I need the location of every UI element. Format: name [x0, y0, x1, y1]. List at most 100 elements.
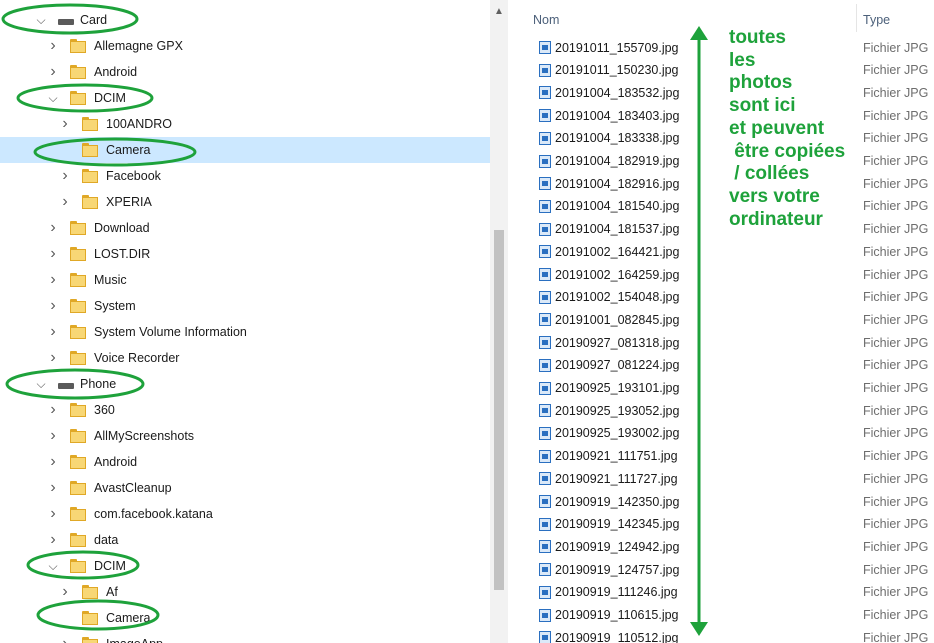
tree-item[interactable]: › XPERIA — [0, 189, 490, 215]
file-row[interactable]: 20190919_124942.jpg Fichier JPG — [508, 535, 934, 558]
image-file-icon — [539, 608, 551, 622]
tree-item[interactable]: › AvastCleanup — [0, 475, 490, 501]
chevron-right-icon[interactable]: › — [58, 635, 72, 643]
tree-item[interactable]: › System Volume Information — [0, 319, 490, 345]
folder-icon — [70, 299, 86, 313]
file-row[interactable]: 20191004_181540.jpg Fichier JPG — [508, 195, 934, 218]
tree-item[interactable]: › data — [0, 527, 490, 553]
tree-item[interactable]: ⌵ DCIM — [0, 85, 490, 111]
file-row[interactable]: 20190927_081224.jpg Fichier JPG — [508, 354, 934, 377]
image-file-icon — [539, 313, 551, 327]
chevron-right-icon[interactable]: › — [46, 219, 60, 236]
image-file-icon — [539, 540, 551, 554]
tree-item[interactable]: Camera — [0, 137, 490, 163]
tree-item[interactable]: › AllMyScreenshots — [0, 423, 490, 449]
file-row[interactable]: 20191002_164259.jpg Fichier JPG — [508, 263, 934, 286]
file-row[interactable]: 20191002_164421.jpg Fichier JPG — [508, 240, 934, 263]
chevron-right-icon[interactable]: › — [46, 271, 60, 288]
file-row[interactable]: 20190919_111246.jpg Fichier JPG — [508, 581, 934, 604]
chevron-right-icon[interactable]: › — [46, 531, 60, 548]
file-list: Nom Type 20191011_155709.jpg Fichier JPG 2… — [508, 0, 934, 643]
chevron-right-icon[interactable]: › — [58, 583, 72, 600]
folder-icon — [82, 117, 98, 131]
chevron-right-icon[interactable]: › — [58, 115, 72, 132]
chevron-right-icon[interactable]: › — [46, 401, 60, 418]
tree-item[interactable]: › com.facebook.katana — [0, 501, 490, 527]
tree-item[interactable]: › Af — [0, 579, 490, 605]
file-row[interactable]: 20190925_193052.jpg Fichier JPG — [508, 399, 934, 422]
tree-item[interactable]: › 100ANDRO — [0, 111, 490, 137]
chevron-right-icon[interactable]: › — [46, 427, 60, 444]
tree-item-label: Facebook — [106, 169, 161, 183]
file-row[interactable]: 20191004_183532.jpg Fichier JPG — [508, 81, 934, 104]
tree-item[interactable]: › ImageApp — [0, 631, 490, 643]
file-row[interactable]: 20190919_110615.jpg Fichier JPG — [508, 604, 934, 627]
file-row[interactable]: 20191011_150230.jpg Fichier JPG — [508, 59, 934, 82]
chevron-right-icon[interactable]: › — [46, 37, 60, 54]
file-row[interactable]: 20190927_081318.jpg Fichier JPG — [508, 331, 934, 354]
chevron-right-icon[interactable]: › — [46, 453, 60, 470]
file-name: 20190921_111727.jpg — [555, 471, 678, 486]
file-type: Fichier JPG — [863, 335, 929, 350]
folder-icon — [70, 325, 86, 339]
file-name: 20191002_164259.jpg — [555, 267, 680, 282]
tree-item[interactable]: › Music — [0, 267, 490, 293]
chevron-right-icon[interactable]: › — [46, 479, 60, 496]
nav-scrollbar-thumb[interactable] — [494, 230, 504, 590]
tree-item[interactable]: › LOST.DIR — [0, 241, 490, 267]
scroll-up-arrow-icon[interactable]: ▲ — [490, 6, 508, 17]
file-name: 20190921_111751.jpg — [555, 449, 678, 464]
chevron-down-icon[interactable]: ⌵ — [46, 559, 60, 573]
file-row[interactable]: 20190925_193002.jpg Fichier JPG — [508, 422, 934, 445]
file-row[interactable]: 20190919_142350.jpg Fichier JPG — [508, 490, 934, 513]
tree-item[interactable]: › System — [0, 293, 490, 319]
file-row[interactable]: 20191004_182919.jpg Fichier JPG — [508, 150, 934, 173]
folder-icon — [70, 351, 86, 365]
file-type: Fichier JPG — [863, 562, 929, 577]
file-row[interactable]: 20191011_155709.jpg Fichier JPG — [508, 36, 934, 59]
tree-item[interactable]: Camera — [0, 605, 490, 631]
tree-item[interactable]: › Android — [0, 449, 490, 475]
tree-item[interactable]: › Voice Recorder — [0, 345, 490, 371]
chevron-right-icon[interactable]: › — [46, 349, 60, 366]
chevron-right-icon[interactable]: › — [58, 167, 72, 184]
file-row[interactable]: 20191004_183403.jpg Fichier JPG — [508, 104, 934, 127]
nav-scrollbar[interactable]: ▲ — [490, 0, 508, 643]
column-header-name[interactable]: Nom — [533, 13, 559, 27]
tree-item[interactable]: ⌵ DCIM — [0, 553, 490, 579]
file-row[interactable]: 20191002_154048.jpg Fichier JPG — [508, 286, 934, 309]
chevron-right-icon[interactable]: › — [46, 297, 60, 314]
file-row[interactable]: 20191004_181537.jpg Fichier JPG — [508, 218, 934, 241]
file-row[interactable]: 20190921_111727.jpg Fichier JPG — [508, 467, 934, 490]
chevron-right-icon[interactable]: › — [46, 323, 60, 340]
chevron-right-icon[interactable]: › — [46, 245, 60, 262]
tree-item-label: AvastCleanup — [94, 481, 172, 495]
chevron-down-icon[interactable]: ⌵ — [34, 377, 48, 391]
file-row[interactable]: 20190919_124757.jpg Fichier JPG — [508, 558, 934, 581]
file-row[interactable]: 20190925_193101.jpg Fichier JPG — [508, 377, 934, 400]
file-name: 20190919_110512.jpg — [555, 630, 679, 643]
tree-item[interactable]: › Facebook — [0, 163, 490, 189]
file-row[interactable]: 20190921_111751.jpg Fichier JPG — [508, 445, 934, 468]
file-row[interactable]: 20190919_110512.jpg Fichier JPG — [508, 626, 934, 643]
tree-item-label: Phone — [80, 377, 117, 391]
chevron-down-icon[interactable]: ⌵ — [46, 91, 60, 105]
tree-item[interactable]: ⌵ Phone — [0, 371, 490, 397]
folder-icon — [82, 585, 98, 599]
chevron-right-icon[interactable]: › — [58, 193, 72, 210]
file-row[interactable]: 20191004_183338.jpg Fichier JPG — [508, 127, 934, 150]
file-row[interactable]: 20191004_182916.jpg Fichier JPG — [508, 172, 934, 195]
tree-item[interactable]: › 360 — [0, 397, 490, 423]
chevron-right-icon[interactable]: › — [46, 63, 60, 80]
tree-item[interactable]: › Download — [0, 215, 490, 241]
folder-icon — [70, 403, 86, 417]
column-header-type[interactable]: Type — [863, 13, 890, 27]
file-row[interactable]: 20190919_142345.jpg Fichier JPG — [508, 513, 934, 536]
chevron-down-icon[interactable]: ⌵ — [34, 13, 48, 27]
chevron-right-icon[interactable]: › — [46, 505, 60, 522]
tree-item-label: Card — [80, 13, 108, 27]
tree-item[interactable]: › Android — [0, 59, 490, 85]
tree-item[interactable]: ⌵ Card — [0, 7, 490, 33]
file-row[interactable]: 20191001_082845.jpg Fichier JPG — [508, 308, 934, 331]
tree-item[interactable]: › Allemagne GPX — [0, 33, 490, 59]
